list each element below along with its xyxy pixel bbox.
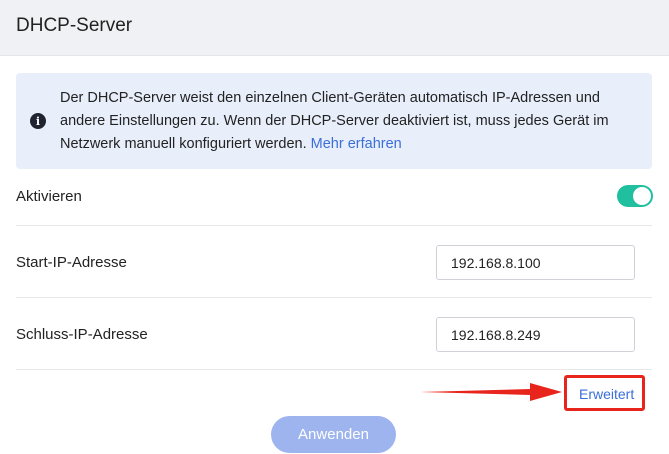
activate-row — [16, 169, 652, 226]
page-header: DHCP-Server — [0, 0, 669, 56]
activate-toggle[interactable] — [617, 185, 653, 207]
advanced-link[interactable]: Erweitert — [579, 386, 634, 402]
end-ip-label: Schluss-IP-Adresse — [16, 326, 148, 343]
info-text: Der DHCP-Server weist den einzelnen Clie… — [60, 87, 640, 156]
apply-button[interactable]: Anwenden — [271, 416, 396, 453]
start-ip-label: Start-IP-Adresse — [16, 254, 127, 271]
learn-more-link[interactable]: Mehr erfahren — [311, 136, 402, 152]
info-box: i Der DHCP-Server weist den einzelnen Cl… — [16, 73, 652, 169]
info-icon: i — [30, 113, 46, 129]
annotation-arrow-icon — [420, 383, 562, 401]
toggle-knob — [633, 187, 651, 205]
start-ip-input[interactable] — [436, 245, 635, 280]
page-title: DHCP-Server — [16, 15, 133, 36]
activate-label: Aktivieren — [16, 188, 82, 205]
end-ip-input[interactable] — [436, 317, 635, 352]
